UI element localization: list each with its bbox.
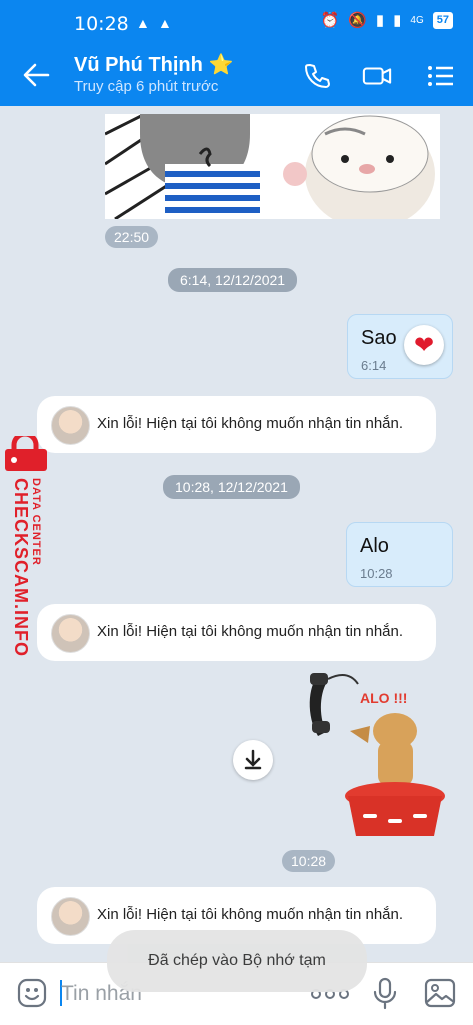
sent-message-bubble[interactable]: Alo 10:28	[346, 522, 453, 587]
mute-icon: 🔕	[348, 12, 367, 29]
chat-messages[interactable]: 22:50 6:14, 12/12/2021 Sao 6:14 ❤ Xin lỗ…	[0, 106, 473, 962]
video-call-icon[interactable]	[362, 61, 392, 91]
phone-call-icon[interactable]	[302, 61, 332, 91]
heart-reaction-icon[interactable]: ❤	[404, 325, 444, 365]
toast-notification: Đã chép vào Bộ nhớ tạm	[107, 930, 367, 992]
back-arrow-icon[interactable]	[22, 61, 50, 89]
message-text: Alo	[360, 535, 389, 557]
sticker-message[interactable]	[105, 114, 440, 219]
avatar[interactable]	[51, 897, 90, 936]
download-button[interactable]	[233, 740, 273, 780]
sticker-emoji-icon[interactable]	[16, 977, 48, 1009]
contact-name-text: Vũ Phú Thịnh	[74, 54, 203, 76]
message-time: 22:50	[105, 226, 159, 248]
avatar[interactable]	[51, 614, 90, 653]
sticker-image	[105, 114, 440, 219]
watermark: CHECKSCAM.INFO DATA CENTER	[0, 431, 54, 666]
message-time: 6:14	[361, 358, 387, 373]
message-text: Xin lỗi! Hiện tại tôi không muốn nhận ti…	[97, 623, 404, 640]
sticker-image: ALO !!!	[309, 673, 445, 836]
date-divider: 10:28, 12/12/2021	[163, 475, 300, 499]
status-bar: 10:28 ▲ ▲ ⏰ 🔕 ▮ ▮ 4G 57	[0, 0, 473, 44]
sent-message-bubble[interactable]: Sao 6:14 ❤	[347, 314, 453, 379]
signal-icon: ▮	[393, 12, 402, 29]
sticker-message[interactable]: ALO !!!	[300, 671, 450, 846]
message-time: 10:28	[282, 850, 336, 872]
watermark-text-sub: DATA CENTER	[30, 478, 42, 566]
battery-indicator: 57	[432, 11, 453, 29]
last-seen-status: Truy cập 6 phút trước	[74, 78, 219, 95]
auto-reply-message[interactable]: Xin lỗi! Hiện tại tôi không muốn nhận ti…	[37, 396, 436, 453]
menu-list-icon[interactable]	[426, 61, 456, 91]
auto-reply-message[interactable]: Xin lỗi! Hiện tại tôi không muốn nhận ti…	[37, 604, 436, 661]
message-text: Xin lỗi! Hiện tại tôi không muốn nhận ti…	[97, 415, 404, 432]
contact-name[interactable]: Vũ Phú Thịnh ⭐	[74, 52, 234, 77]
warning-icon: ▲	[158, 15, 172, 31]
chat-header: Vũ Phú Thịnh ⭐ Truy cập 6 phút trước	[0, 44, 473, 106]
warning-icon: ▲	[136, 15, 150, 31]
network-type: 4G	[410, 14, 424, 26]
microphone-icon[interactable]	[372, 976, 398, 1012]
watermark-text-main: CHECKSCAM.INFO	[11, 478, 31, 657]
alarm-icon: ⏰	[320, 12, 340, 29]
star-icon: ⭐	[208, 54, 234, 76]
message-text: Xin lỗi! Hiện tại tôi không muốn nhận ti…	[97, 906, 404, 923]
sticker-caption: ALO !!!	[360, 690, 407, 706]
message-text: Sao	[361, 327, 397, 349]
image-gallery-icon[interactable]	[424, 978, 456, 1008]
status-time: 10:28	[74, 13, 129, 35]
avatar[interactable]	[51, 406, 90, 445]
date-divider: 6:14, 12/12/2021	[168, 268, 298, 292]
message-time: 10:28	[360, 566, 393, 581]
download-icon	[244, 749, 262, 770]
signal-icon: ▮	[375, 12, 385, 29]
